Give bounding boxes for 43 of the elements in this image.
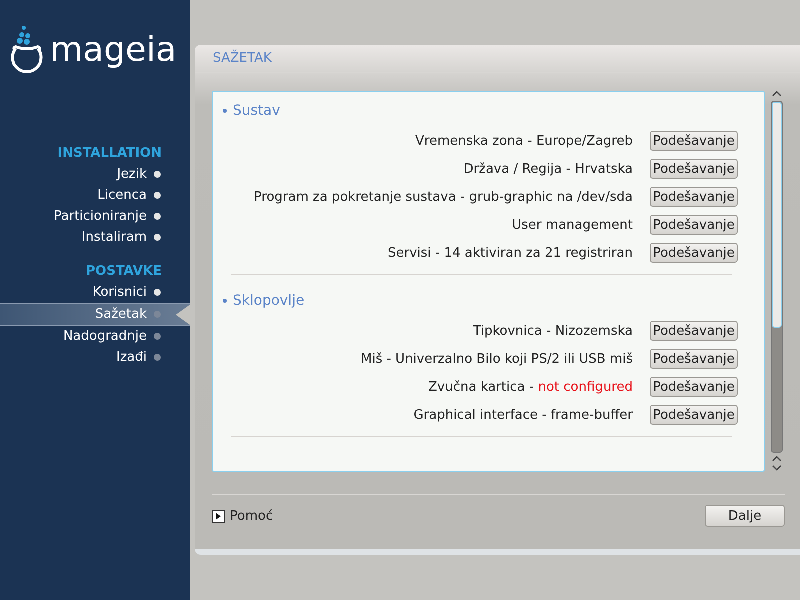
summary-label: User management [512, 218, 633, 232]
configure-button[interactable]: Podešavanje [650, 215, 738, 235]
group-title: Sklopovlje [233, 292, 305, 311]
scroll-up-icon[interactable] [772, 91, 782, 97]
scroll-down-icon[interactable] [772, 465, 782, 471]
page-title: SAŽETAK [195, 45, 800, 73]
configure-button[interactable]: Podešavanje [650, 321, 738, 341]
step-item[interactable]: Izađi [0, 347, 190, 368]
summary-label: Graphical interface - frame-buffer [414, 408, 633, 422]
expand-icon [212, 510, 225, 522]
bullet-icon [223, 299, 227, 303]
summary-label: Vremenska zona - Europe/Zagreb [416, 134, 633, 148]
step-item[interactable]: Jezik [0, 164, 190, 185]
summary-label: Program za pokretanje sustava - grub-graphic na /dev/sda [254, 190, 633, 204]
configure-button[interactable]: Podešavanje [650, 187, 738, 207]
logo-icon [10, 24, 44, 76]
group-title: Sustav [233, 102, 280, 121]
summary-label: Država / Regija - Hrvatska [464, 162, 633, 176]
step-item[interactable]: Instaliram [0, 227, 190, 248]
scroll-up-icon[interactable] [772, 456, 782, 462]
bullet-icon [223, 109, 227, 113]
summary-label: Zvučna kartica - not configured [428, 380, 633, 394]
section-title: INSTALLATION [56, 145, 163, 163]
step-item[interactable]: Sažetak [0, 303, 190, 326]
logo-text: mageia [50, 33, 177, 67]
step-item[interactable]: Korisnici [0, 282, 190, 303]
configure-button[interactable]: Podešavanje [650, 243, 738, 263]
step-item[interactable]: Particioniranje [0, 206, 190, 227]
scrollbar-track[interactable] [770, 101, 782, 453]
summary-label: Tipkovnica - Nizozemska [473, 324, 633, 338]
step-item[interactable]: Licenca [0, 185, 190, 206]
configure-button[interactable]: Podešavanje [650, 159, 738, 179]
summary-label: Servisi - 14 aktiviran za 21 registriran [388, 246, 633, 260]
step-item[interactable]: Nadogradnje [0, 326, 190, 347]
section-title: POSTAVKE [85, 263, 163, 281]
configure-button[interactable]: Podešavanje [650, 377, 738, 397]
scrollbar-thumb[interactable] [772, 102, 782, 328]
configure-button[interactable]: Podešavanje [650, 131, 738, 151]
summary-label: Miš - Univerzalno Bilo koji PS/2 ili USB miš [361, 352, 633, 366]
configure-button[interactable]: Podešavanje [650, 349, 738, 369]
configure-button[interactable]: Podešavanje [650, 405, 738, 425]
help-link[interactable]: Pomoć [212, 508, 274, 524]
next-button[interactable]: Dalje [705, 505, 785, 527]
